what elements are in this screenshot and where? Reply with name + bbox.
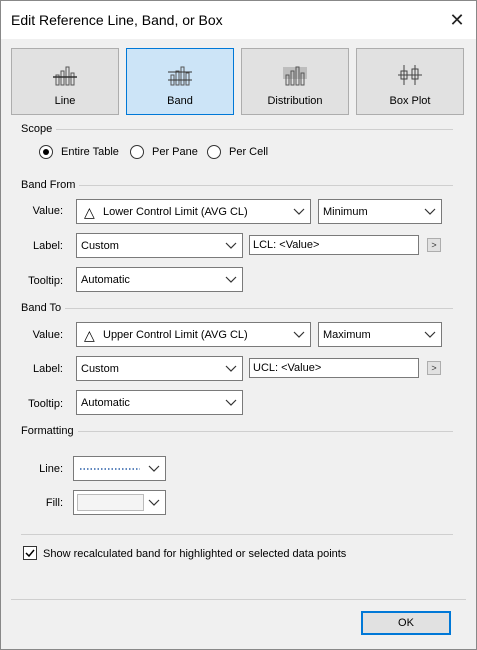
fill-swatch: [77, 494, 144, 511]
chevron-down-icon: [225, 399, 237, 406]
band-from-tooltip: Automatic: [81, 274, 130, 286]
show-recalculated-checkbox[interactable]: [23, 546, 37, 560]
band-to-aggregation-select[interactable]: Maximum: [318, 322, 442, 347]
chevron-down-icon: [148, 465, 160, 472]
box-plot-icon: [398, 65, 422, 85]
type-box-plot-button[interactable]: Box Plot: [356, 48, 464, 115]
band-to-divider: [21, 308, 453, 309]
scope-heading: Scope: [21, 123, 57, 135]
scope-per-cell-label: Per Cell: [229, 146, 269, 158]
scope-divider: [21, 129, 453, 130]
band-from-aggregation: Minimum: [323, 206, 368, 218]
distribution-chart-icon: [283, 66, 307, 86]
options-divider: [21, 534, 453, 535]
chevron-down-icon: [293, 331, 305, 338]
band-from-label-type-select[interactable]: Custom: [76, 233, 243, 258]
line-format-label: Line:: [39, 463, 63, 475]
scope-per-pane-radio[interactable]: [130, 145, 144, 159]
band-to-tooltip-select[interactable]: Automatic: [76, 390, 243, 415]
type-band-button[interactable]: Band: [126, 48, 234, 115]
show-recalculated-label: Show recalculated band for highlighted o…: [43, 548, 347, 560]
band-to-label-label: Label:: [33, 363, 63, 375]
formatting-divider: [21, 431, 453, 432]
band-to-value: Upper Control Limit (AVG CL): [103, 329, 248, 341]
band-to-value-label: Value:: [32, 329, 63, 341]
checkmark-icon: [25, 549, 35, 558]
type-line-button[interactable]: Line: [11, 48, 119, 115]
chevron-down-icon: [225, 365, 237, 372]
close-icon[interactable]: ✕: [441, 5, 473, 35]
formatting-heading: Formatting: [21, 425, 78, 437]
chevron-down-icon: [293, 208, 305, 215]
band-from-value-select[interactable]: △ Lower Control Limit (AVG CL): [76, 199, 311, 224]
ok-button[interactable]: OK: [361, 611, 451, 635]
band-to-tooltip: Automatic: [81, 397, 130, 409]
band-from-aggregation-select[interactable]: Minimum: [318, 199, 442, 224]
band-from-label-text: LCL: <Value>: [253, 239, 320, 251]
type-distribution-label: Distribution: [267, 95, 323, 107]
band-from-heading: Band From: [21, 179, 80, 191]
chevron-down-icon: [225, 242, 237, 249]
band-to-insert-button[interactable]: >: [427, 361, 441, 375]
scope-per-cell-radio[interactable]: [207, 145, 221, 159]
triangle-icon: △: [84, 327, 95, 343]
dialog-title: Edit Reference Line, Band, or Box: [11, 12, 223, 28]
edit-reference-dialog: Edit Reference Line, Band, or Box ✕ Line…: [0, 0, 477, 650]
line-format-select[interactable]: [73, 456, 166, 481]
band-to-label-type: Custom: [81, 363, 119, 375]
scope-per-pane-label: Per Pane: [152, 146, 198, 158]
band-from-tooltip-select[interactable]: Automatic: [76, 267, 243, 292]
title-bar: Edit Reference Line, Band, or Box ✕: [1, 1, 476, 39]
band-from-label-text-input[interactable]: LCL: <Value>: [249, 235, 419, 255]
footer-divider: [11, 599, 466, 600]
band-to-label-text-input[interactable]: UCL: <Value>: [249, 358, 419, 378]
scope-entire-table-label: Entire Table: [61, 146, 119, 158]
band-from-value: Lower Control Limit (AVG CL): [103, 206, 248, 218]
band-chart-icon: [168, 66, 192, 86]
band-to-tooltip-label: Tooltip:: [28, 398, 63, 410]
type-band-label: Band: [167, 95, 193, 107]
triangle-icon: △: [84, 204, 95, 220]
fill-format-select[interactable]: [73, 490, 166, 515]
chevron-down-icon: [424, 331, 436, 338]
band-from-divider: [21, 185, 453, 186]
fill-format-label: Fill:: [45, 497, 63, 509]
dotted-line-icon: [80, 468, 140, 470]
band-to-heading: Band To: [21, 302, 66, 314]
chevron-down-icon: [424, 208, 436, 215]
band-from-tooltip-label: Tooltip:: [28, 275, 63, 287]
band-to-aggregation: Maximum: [323, 329, 371, 341]
type-line-label: Line: [54, 95, 76, 107]
band-from-label-type: Custom: [81, 240, 119, 252]
band-to-label-text: UCL: <Value>: [253, 362, 322, 374]
chevron-down-icon: [148, 499, 160, 506]
band-from-insert-button[interactable]: >: [427, 238, 441, 252]
band-from-label-label: Label:: [33, 240, 63, 252]
band-from-value-label: Value:: [32, 205, 63, 217]
scope-entire-table-radio[interactable]: [39, 145, 53, 159]
band-to-value-select[interactable]: △ Upper Control Limit (AVG CL): [76, 322, 311, 347]
line-chart-icon: [53, 66, 77, 86]
type-box-plot-label: Box Plot: [389, 95, 431, 107]
chevron-down-icon: [225, 276, 237, 283]
band-to-label-type-select[interactable]: Custom: [76, 356, 243, 381]
type-distribution-button[interactable]: Distribution: [241, 48, 349, 115]
